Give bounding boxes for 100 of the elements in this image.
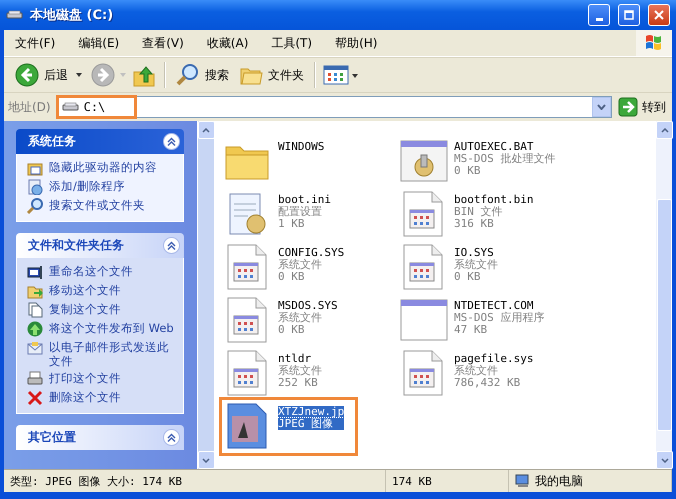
file-item[interactable]: WINDOWS bbox=[222, 135, 398, 188]
file-item[interactable]: ntldr 系统文件 252 KB bbox=[222, 347, 398, 400]
panel-title: 其它位置 bbox=[28, 429, 77, 446]
file-size: 786,432 KB bbox=[454, 377, 522, 389]
go-button[interactable]: 转到 bbox=[618, 97, 666, 117]
minimize-icon bbox=[596, 18, 602, 21]
file-size: 47 KB bbox=[454, 324, 488, 336]
file-size: 0 KB bbox=[278, 271, 306, 283]
envelope-icon bbox=[27, 340, 43, 356]
back-button[interactable]: 后退 bbox=[12, 61, 71, 89]
printer-icon bbox=[27, 371, 43, 387]
file-type: 配置设置 bbox=[278, 206, 323, 218]
file-type: JPEG 图像 bbox=[278, 418, 344, 430]
scroll-up-icon bbox=[202, 128, 210, 132]
file-name: NTDETECT.COM bbox=[454, 300, 534, 312]
task-link[interactable]: 移动这个文件 bbox=[49, 283, 121, 297]
file-size: 0 KB bbox=[278, 324, 306, 336]
scroll-up-icon bbox=[660, 128, 668, 132]
file-name: CONFIG.SYS bbox=[278, 247, 344, 259]
computer-icon bbox=[515, 474, 531, 488]
task-link[interactable]: 以电子邮件形式发送此文件 bbox=[49, 340, 179, 368]
file-type: 系统文件 bbox=[278, 312, 323, 324]
task-link[interactable]: 将这个文件发布到 Web bbox=[49, 321, 174, 335]
task-link[interactable]: 打印这个文件 bbox=[49, 371, 121, 385]
file-type: 系统文件 bbox=[454, 365, 498, 377]
menu-item[interactable]: 文件(F) bbox=[8, 32, 62, 54]
file-size: 0 KB bbox=[454, 271, 482, 283]
task-link[interactable]: 删除这个文件 bbox=[49, 390, 121, 404]
address-label: 地址(D) bbox=[8, 98, 51, 116]
panel-title: 系统任务 bbox=[28, 133, 77, 150]
task-link[interactable]: 隐藏此驱动器的内容 bbox=[49, 160, 157, 174]
dropdown-button[interactable] bbox=[592, 97, 611, 117]
menu-item[interactable]: 查看(V) bbox=[135, 32, 191, 54]
file-size: 252 KB bbox=[278, 377, 319, 389]
menu-item[interactable]: 编辑(E) bbox=[71, 32, 126, 54]
menu-item[interactable]: 收藏(A) bbox=[200, 32, 256, 54]
file-item[interactable]: bootfont.bin BIN 文件 316 KB bbox=[398, 188, 574, 241]
minimize-button[interactable] bbox=[588, 4, 610, 26]
status-text: 类型: JPEG 图像 大小: 174 KB bbox=[4, 470, 386, 492]
drive-icon bbox=[62, 101, 80, 113]
file-name: IO.SYS bbox=[454, 247, 495, 259]
search-button[interactable]: 搜索 bbox=[173, 61, 232, 89]
file-item[interactable]: MSDOS.SYS 系统文件 0 KB bbox=[222, 294, 398, 347]
file-item[interactable]: boot.ini 配置设置 1 KB bbox=[222, 188, 398, 241]
file-name: WINDOWS bbox=[278, 141, 324, 153]
views-icon[interactable] bbox=[323, 64, 359, 86]
file-name: boot.ini bbox=[278, 194, 331, 206]
file-name: bootfont.bin bbox=[454, 194, 534, 206]
scrollbar[interactable] bbox=[655, 121, 672, 469]
file-item[interactable]: XTZJnew.jp JPEG 图像 bbox=[222, 400, 355, 453]
menu-item[interactable]: 帮助(H) bbox=[328, 32, 384, 54]
scroll-down-icon bbox=[202, 458, 210, 462]
delete-x-icon bbox=[27, 390, 43, 406]
file-name: XTZJnew.jp bbox=[278, 406, 344, 418]
file-item[interactable]: CONFIG.SYS 系统文件 0 KB bbox=[222, 241, 398, 294]
file-type: 系统文件 bbox=[278, 259, 323, 271]
collapse-button[interactable] bbox=[163, 237, 180, 254]
file-size: 1 KB bbox=[278, 218, 306, 230]
file-name: AUTOEXEC.BAT bbox=[454, 141, 534, 153]
collapse-button[interactable] bbox=[163, 429, 180, 446]
file-type: BIN 文件 bbox=[454, 206, 504, 218]
chevron-up-icon bbox=[167, 241, 176, 250]
magnifier-icon bbox=[176, 63, 200, 87]
globe-arrow-icon bbox=[27, 321, 43, 337]
close-icon bbox=[654, 10, 664, 20]
file-item[interactable]: pagefile.sys 系统文件 786,432 KB bbox=[398, 347, 574, 400]
close-button[interactable] bbox=[648, 4, 670, 26]
copy-icon bbox=[27, 302, 43, 318]
maximize-icon bbox=[624, 10, 634, 20]
file-name: pagefile.sys bbox=[454, 353, 534, 365]
file-name: ntldr bbox=[278, 353, 312, 365]
maximize-button[interactable] bbox=[618, 4, 640, 26]
address-field[interactable]: C:\ bbox=[56, 96, 612, 118]
scrollbar[interactable] bbox=[197, 121, 214, 469]
folders-button[interactable]: 文件夹 bbox=[236, 62, 307, 88]
drive-icon bbox=[6, 9, 24, 21]
file-type: MS-DOS 批处理文件 bbox=[454, 153, 556, 165]
file-name: MSDOS.SYS bbox=[278, 300, 338, 312]
panel-title: 文件和文件夹任务 bbox=[28, 237, 125, 254]
collapse-button[interactable] bbox=[163, 133, 180, 150]
file-item[interactable]: IO.SYS 系统文件 0 KB bbox=[398, 241, 574, 294]
status-text: 我的电脑 bbox=[509, 470, 672, 492]
scroll-thumb[interactable] bbox=[657, 199, 672, 431]
file-size: 316 KB bbox=[454, 218, 495, 230]
chevron-up-icon bbox=[167, 433, 176, 442]
task-link[interactable]: 添加/删除程序 bbox=[49, 179, 125, 193]
task-link[interactable]: 搜索文件或文件夹 bbox=[49, 198, 145, 212]
scroll-down-icon bbox=[660, 458, 668, 462]
chevron-up-icon bbox=[167, 137, 176, 146]
task-link[interactable]: 重命名这个文件 bbox=[49, 264, 133, 278]
caret-icon[interactable] bbox=[75, 72, 83, 78]
magnifier-icon bbox=[27, 198, 43, 214]
file-size: 0 KB bbox=[454, 165, 482, 177]
task-link[interactable]: 复制这个文件 bbox=[49, 302, 121, 316]
file-item[interactable]: NTDETECT.COM MS-DOS 应用程序 47 KB bbox=[398, 294, 574, 347]
file-item[interactable]: AUTOEXEC.BAT MS-DOS 批处理文件 0 KB bbox=[398, 135, 574, 188]
file-type: 系统文件 bbox=[278, 365, 322, 377]
status-text: 174 KB bbox=[386, 470, 509, 492]
window-title: 本地磁盘 (C:) bbox=[30, 7, 114, 24]
menu-item[interactable]: 工具(T) bbox=[264, 32, 320, 54]
